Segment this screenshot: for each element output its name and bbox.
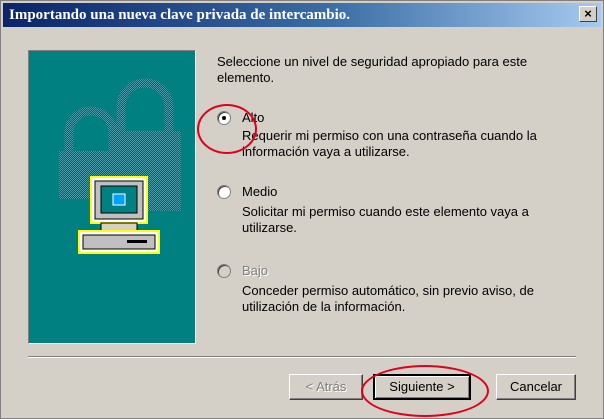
option-bajo-label: Bajo xyxy=(242,263,269,278)
instruction-text: Seleccione un nivel de seguridad apropia… xyxy=(217,54,528,85)
option-medio-label[interactable]: Medio xyxy=(242,184,277,200)
cancel-button[interactable]: Cancelar xyxy=(496,374,576,400)
radio-medio[interactable] xyxy=(217,185,231,199)
radio-alto[interactable] xyxy=(217,111,231,125)
window-title: Importando una nueva clave privada de in… xyxy=(9,7,350,23)
divider xyxy=(28,356,576,358)
option-alto-label[interactable]: Alto xyxy=(242,110,264,126)
close-button[interactable]: × xyxy=(579,6,597,22)
title-bar[interactable]: Importando una nueva clave privada de in… xyxy=(3,3,601,27)
security-illustration xyxy=(28,50,196,344)
wizard-dialog: Importando una nueva clave privada de in… xyxy=(0,0,604,419)
radio-bajo[interactable] xyxy=(217,264,231,278)
option-alto-description: Requerir mi permiso con una contraseña c… xyxy=(242,128,537,159)
option-bajo-description: Conceder permiso automático, sin previo … xyxy=(242,283,534,314)
padlock-computer-icon xyxy=(59,78,181,254)
option-medio-description: Solicitar mi permiso cuando este element… xyxy=(242,204,529,235)
next-button[interactable]: Siguiente > xyxy=(373,374,471,400)
back-button[interactable]: < Atrás xyxy=(289,374,363,400)
